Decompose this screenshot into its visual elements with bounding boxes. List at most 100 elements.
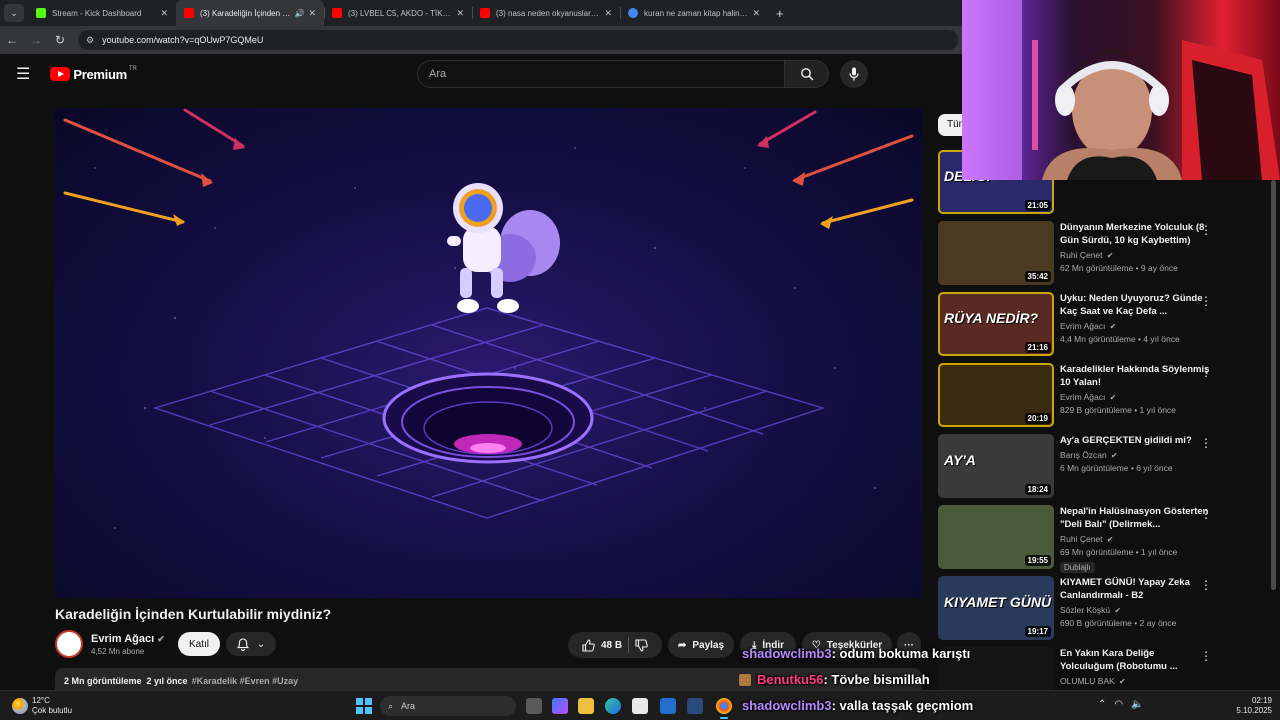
browser-tab-active[interactable]: (3) Karadeliğin İçinden Kurt 🔊 ✕ (176, 0, 324, 26)
recommendation-title[interactable]: Dünyanın Merkezine Yolculuk (8 Gün Sürdü… (1060, 221, 1210, 247)
screen: ⌄ Stream - Kick Dashboard ✕ (3) Karadeli… (0, 0, 1280, 720)
recommendation-item[interactable]: KIYAMET GÜNÜ 19:17 KIYAMET GÜNÜ! Yapay Zek… (938, 576, 1228, 640)
recommendation-title[interactable]: Karadelikler Hakkında Söylenmiş 10 Yalan… (1060, 363, 1210, 389)
channel-avatar[interactable] (55, 630, 83, 658)
volume-icon[interactable]: 🔈 (1131, 699, 1143, 710)
recommendation-channel[interactable]: Evrim Ağacı ✔ (1060, 321, 1210, 331)
browser-tab[interactable]: (3) nasa neden okyanusları ince ✕ (472, 0, 620, 26)
duration-badge: 21:16 (1024, 342, 1051, 353)
forward-arrow-icon[interactable]: → (24, 33, 48, 47)
more-vert-icon[interactable]: ⋮ (1200, 436, 1212, 450)
recommendation-channel[interactable]: Sözler Köşkü ✔ (1060, 605, 1210, 615)
recommendation-item[interactable]: RÜYA NEDİR? 21:16 Uyku: Neden Uyuyoruz? Gü… (938, 292, 1228, 356)
wifi-icon[interactable]: ◠ (1114, 699, 1123, 710)
recommendation-item[interactable]: 19:55 Nepal'in Halüsinasyon Gösterten "De… (938, 505, 1228, 573)
channel-name[interactable]: Evrim Ağacı ✔ (91, 633, 165, 645)
close-icon[interactable]: ✕ (456, 8, 464, 19)
thumbnail-text: AY'A (944, 452, 976, 468)
recommendation-channel[interactable]: Ruhi Çenet ✔ (1060, 250, 1210, 260)
close-icon[interactable]: ✕ (604, 8, 612, 19)
kick-favicon-icon (36, 8, 46, 18)
recommendation-title[interactable]: Uyku: Neden Uyuyoruz? Günde Kaç Saat ve … (1060, 292, 1210, 318)
more-vert-icon[interactable]: ⋮ (1200, 294, 1212, 308)
youtube-logo[interactable]: Premium TR (50, 66, 137, 82)
recommendation-title[interactable]: Nepal'in Halüsinasyon Gösterten "Deli Ba… (1060, 505, 1210, 531)
store-icon[interactable] (632, 698, 648, 714)
recommendation-info: Karadelikler Hakkında Söylenmiş 10 Yalan… (1060, 363, 1210, 415)
video-thumbnail[interactable]: RÜYA NEDİR? 21:16 (938, 292, 1054, 356)
chrome-icon[interactable] (716, 698, 732, 719)
weather-widget[interactable]: 12°C Çok bulutlu (12, 696, 72, 716)
browser-tab[interactable]: kuran ne zaman kitap haline ge ✕ (620, 0, 768, 26)
recommendation-channel[interactable]: OLUMLU BAK ✔ (1060, 676, 1210, 686)
task-view-icon[interactable] (526, 698, 542, 714)
video-title: Karadeliğin İçinden Kurtulabilir miydini… (55, 606, 332, 622)
video-thumbnail[interactable]: AY'A 18:24 (938, 434, 1054, 498)
menu-hamburger-icon[interactable]: ☰ (16, 64, 30, 84)
close-icon[interactable]: ✕ (160, 8, 168, 19)
speaker-icon[interactable]: 🔊 (294, 9, 304, 18)
recommendation-title[interactable]: KIYAMET GÜNÜ! Yapay Zeka Canlandırmalı -… (1060, 576, 1210, 602)
more-vert-icon[interactable]: ⋮ (1200, 649, 1212, 663)
address-bar[interactable]: ⚙ youtube.com/watch?v=qOUwP7GQMeU (78, 30, 958, 50)
browser-tab[interactable]: (3) LVBEL C5, AKDO - TİKTOK - ✕ (324, 0, 472, 26)
sidebar-scrollbar[interactable] (1271, 180, 1276, 590)
video-thumbnail[interactable]: KIYAMET GÜNÜ 19:17 (938, 576, 1054, 640)
subscriber-count: 4,52 Mn abone (91, 646, 145, 656)
chevron-up-icon[interactable]: ⌃ (1098, 699, 1106, 710)
thumbs-up-icon[interactable] (582, 638, 595, 652)
channel-info: Evrim Ağacı ✔ 4,52 Mn abone (91, 633, 165, 656)
video-thumbnail[interactable]: 19:55 (938, 505, 1054, 569)
taskbar-search[interactable]: ⌕ Ara (380, 696, 516, 716)
close-icon[interactable]: ✕ (752, 8, 760, 19)
upload-age: 2 yıl önce (146, 676, 188, 686)
thumbs-down-icon[interactable] (635, 638, 648, 652)
copilot-icon[interactable] (552, 698, 568, 714)
taskbar-clock[interactable]: 02:19 5.10.2025 (1232, 696, 1272, 716)
like-count[interactable]: 48 B (601, 640, 622, 651)
video-player[interactable] (55, 108, 922, 598)
recommendation-channel[interactable]: Ruhi Çenet ✔ (1060, 534, 1210, 544)
recommendation-item[interactable]: 35:42 Dünyanın Merkezine Yolculuk (8 Gün … (938, 221, 1228, 285)
file-explorer-icon[interactable] (578, 698, 594, 714)
recommendation-title[interactable]: Ay'a GERÇEKTEN gidildi mi? (1060, 434, 1210, 447)
hashtags[interactable]: #Karadelik #Evren #Uzay (192, 676, 299, 686)
tab-search-button[interactable]: ⌄ (4, 4, 24, 22)
search-button[interactable] (785, 60, 829, 88)
windows-start-icon[interactable] (356, 698, 372, 714)
video-thumbnail[interactable]: 20:19 (938, 363, 1054, 427)
recommendation-title[interactable]: En Yakın Kara Deliğe Yolculuğum (Robotum… (1060, 647, 1210, 673)
duration-badge: 21:05 (1024, 200, 1051, 211)
back-arrow-icon[interactable]: ← (0, 33, 24, 47)
duration-badge: 19:17 (1024, 626, 1051, 637)
more-vert-icon[interactable]: ⋮ (1200, 507, 1212, 521)
youtube-play-icon (50, 67, 71, 81)
recommendation-meta: 829 B görüntüleme • 1 yıl önce (1060, 405, 1176, 415)
recommendation-channel[interactable]: Evrim Ağacı ✔ (1060, 392, 1210, 402)
recommendation-item[interactable]: 20:19 Karadelikler Hakkında Söylenmiş 10 … (938, 363, 1228, 427)
site-info-icon[interactable]: ⚙ (86, 35, 94, 46)
new-tab-plus-icon[interactable]: + (776, 6, 784, 21)
more-vert-icon[interactable]: ⋮ (1200, 578, 1212, 592)
voice-search-button[interactable] (840, 60, 868, 88)
steam-icon[interactable] (687, 698, 703, 714)
edge-icon[interactable] (605, 698, 621, 714)
video-thumbnail[interactable]: 35:42 (938, 221, 1054, 285)
join-button[interactable]: Katıl (178, 632, 220, 656)
bell-icon (236, 637, 249, 651)
close-icon[interactable]: ✕ (308, 8, 316, 19)
more-vert-icon[interactable]: ⋮ (1200, 223, 1212, 237)
more-vert-icon[interactable]: ⋮ (1200, 365, 1212, 379)
outlook-icon[interactable] (660, 698, 676, 714)
browser-tab[interactable]: Stream - Kick Dashboard ✕ (28, 0, 176, 26)
recommendation-info: En Yakın Kara Deliğe Yolculuğum (Robotum… (1060, 647, 1210, 686)
like-dislike-group: 48 B (568, 632, 662, 658)
recommendation-channel[interactable]: Barış Özcan ✔ (1060, 450, 1210, 460)
share-button[interactable]: ➦ Paylaş (668, 632, 734, 658)
recommendation-item[interactable]: AY'A 18:24 Ay'a GERÇEKTEN gidildi mi? Barış… (938, 434, 1228, 498)
search-input[interactable]: Ara (417, 60, 785, 88)
verified-check-icon: ✔ (1107, 322, 1117, 331)
notification-bell-button[interactable]: ⌄ (226, 632, 276, 656)
microphone-icon (849, 67, 859, 81)
reload-icon[interactable]: ↻ (48, 33, 72, 47)
